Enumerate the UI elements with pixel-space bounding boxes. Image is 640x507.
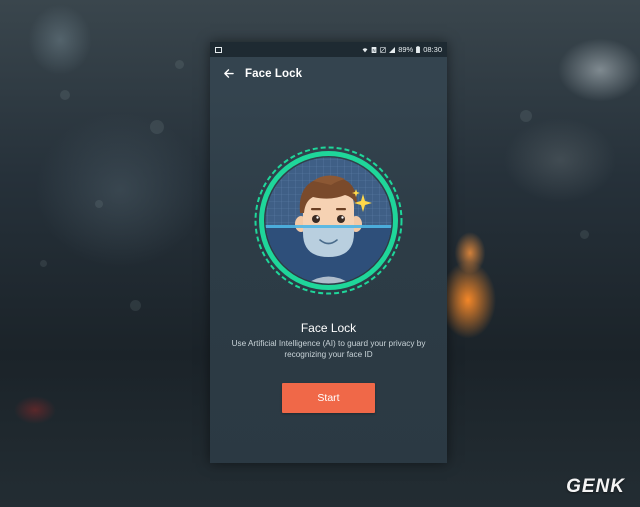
face-lock-illustration	[253, 145, 404, 296]
back-button[interactable]	[219, 65, 237, 83]
phone-screen: N 89% 08:30 Face Lock Face Lock Use Arti…	[210, 42, 447, 463]
battery-percent: 89%	[398, 45, 414, 54]
image-icon	[215, 46, 222, 53]
status-bar: N 89% 08:30	[210, 42, 447, 57]
status-time: 08:30	[423, 45, 442, 54]
app-bar: Face Lock	[210, 57, 447, 90]
svg-text:N: N	[373, 47, 376, 52]
battery-icon	[416, 46, 421, 53]
main-content: Face Lock Use Artificial Intelligence (A…	[210, 90, 447, 463]
feature-description: Use Artificial Intelligence (AI) to guar…	[216, 339, 441, 360]
signal-icon	[389, 46, 396, 53]
page-title: Face Lock	[245, 67, 303, 80]
face-avatar-icon	[254, 146, 403, 295]
genk-watermark-logo: GENK	[566, 476, 625, 497]
description-line: Use Artificial Intelligence (AI) to guar…	[231, 339, 426, 348]
start-button[interactable]: Start	[282, 383, 375, 413]
feature-title: Face Lock	[300, 321, 357, 335]
no-sim-icon	[380, 46, 386, 53]
wifi-icon	[362, 47, 368, 52]
back-arrow-icon	[223, 69, 234, 78]
description-line: recognizing your face ID	[284, 349, 373, 359]
nfc-icon: N	[371, 46, 377, 53]
